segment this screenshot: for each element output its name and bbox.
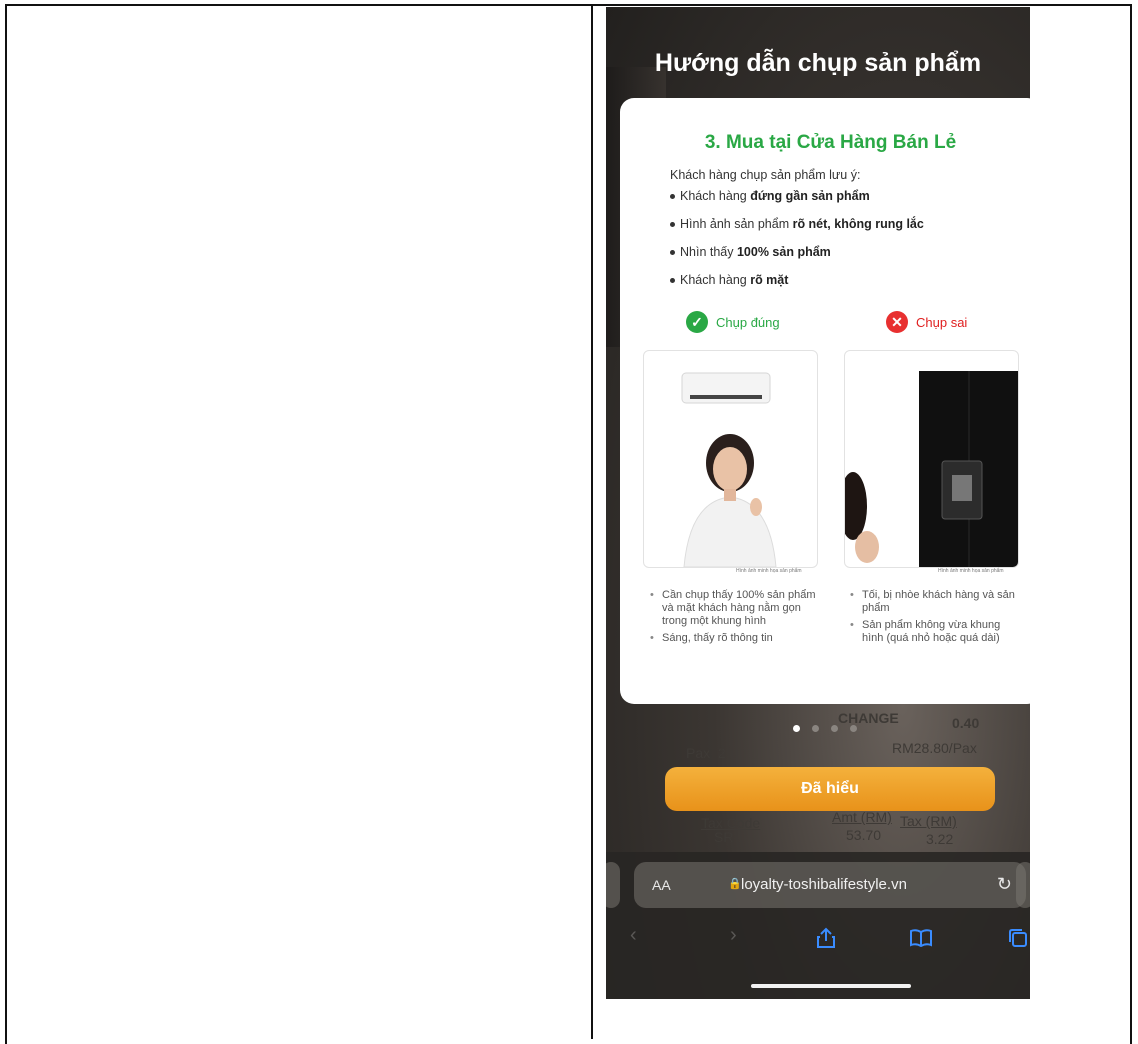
- safari-toolbar: AA 🔒 loyalty-toshibalifestyle.vn ↻ ‹ ›: [606, 852, 1030, 999]
- list-item: Tối, bị nhòe khách hàng và sản phẩm: [850, 589, 1022, 615]
- list-item: Sáng, thấy rõ thông tin: [650, 632, 818, 645]
- tip-item: Hình ảnh sản phẩm rõ nét, không rung lắc: [670, 217, 924, 231]
- back-icon[interactable]: ‹: [630, 924, 637, 947]
- correct-label-text: Chụp đúng: [716, 314, 780, 330]
- receipt-tax-label: Tax (RM): [900, 813, 957, 829]
- receipt-change-label: CHANGE: [838, 710, 899, 726]
- correct-label: ✓ Chụp đúng: [686, 311, 780, 333]
- aircon-woman-illustration: [681, 372, 777, 567]
- receipt-tax-code-value: SR: [714, 829, 734, 845]
- wrong-notes-list: Tối, bị nhòe khách hàng và sản phẩm Sản …: [850, 589, 1022, 649]
- fridge-illustration: [845, 371, 1018, 567]
- tip-text: Hình ảnh sản phẩm: [680, 217, 793, 231]
- pager-dot[interactable]: [850, 725, 857, 732]
- correct-caption: Hình ảnh minh họa sản phẩm: [736, 568, 802, 574]
- bullet-icon: [670, 250, 675, 256]
- bullet-icon: [670, 222, 675, 228]
- text-size-button[interactable]: AA: [652, 877, 671, 893]
- phone-screenshot: CHANGE 0.40 Pax 2 RM28.80/Pax Tax Code S…: [606, 7, 1030, 999]
- url-text[interactable]: loyalty-toshibalifestyle.vn: [741, 876, 907, 893]
- receipt-change-value: 0.40: [952, 715, 980, 731]
- pager-dot[interactable]: [831, 725, 838, 732]
- next-tab-pill[interactable]: [1016, 862, 1030, 908]
- tip-text: Nhìn thấy: [680, 245, 737, 259]
- tip-item: Khách hàng rõ mặt: [670, 273, 788, 287]
- wrong-label: ✕ Chụp sai: [886, 311, 967, 333]
- tip-text: Khách hàng: [680, 189, 751, 203]
- list-item: Cần chụp thấy 100% sản phẩm và mặt khách…: [650, 589, 818, 628]
- pager-dot-active[interactable]: [793, 725, 800, 732]
- receipt-pax-price: RM28.80/Pax: [892, 740, 977, 756]
- lock-icon: 🔒: [728, 878, 742, 890]
- forward-icon[interactable]: ›: [730, 924, 737, 947]
- tip-item: Khách hàng đứng gần sản phẩm: [670, 189, 870, 203]
- tip-text: Khách hàng: [680, 273, 751, 287]
- correct-notes-list: Cần chụp thấy 100% sản phẩm và mặt khách…: [650, 589, 818, 649]
- card-heading: 3. Mua tại Cửa Hàng Bán Lẻ: [704, 132, 957, 153]
- check-icon: ✓: [686, 311, 708, 333]
- bookmarks-icon[interactable]: [910, 929, 932, 953]
- receipt-pax: Pax 2: [686, 745, 726, 761]
- wrong-caption: Hình ảnh minh họa sản phẩm: [938, 568, 1004, 574]
- page-title: Hướng dẫn chụp sản phẩm: [654, 49, 982, 77]
- tip-emphasis: 100% sản phẩm: [736, 245, 831, 259]
- list-item: Sản phẩm không vừa khung hình (quá nhỏ h…: [850, 619, 1022, 645]
- x-icon: ✕: [886, 311, 908, 333]
- receipt-amt-value: 53.70: [846, 827, 882, 843]
- wrong-example-image: [844, 350, 1019, 568]
- pager-dot[interactable]: [812, 725, 819, 732]
- bullet-icon: [670, 194, 675, 200]
- tip-emphasis: rõ mặt: [750, 273, 789, 287]
- correct-example-image: [643, 350, 818, 568]
- receipt-amt-label: Amt (RM): [832, 809, 892, 825]
- tip-emphasis: rõ nét, không rung lắc: [792, 217, 924, 231]
- receipt-tax-value: 3.22: [926, 831, 954, 847]
- wrong-label-text: Chụp sai: [916, 314, 968, 330]
- share-icon[interactable]: [816, 927, 836, 955]
- tabs-icon[interactable]: [1008, 928, 1028, 954]
- prev-tab-pill[interactable]: [606, 862, 620, 908]
- tip-emphasis: đứng gần sản phẩm: [750, 189, 870, 203]
- bullet-icon: [670, 278, 675, 284]
- tip-item: Nhìn thấy 100% sản phẩm: [670, 245, 831, 259]
- understood-button[interactable]: Đã hiểu: [665, 767, 995, 811]
- home-indicator[interactable]: [751, 984, 911, 988]
- guide-card: 3. Mua tại Cửa Hàng Bán Lẻ Khách hàng ch…: [620, 98, 1030, 704]
- address-bar[interactable]: AA 🔒 loyalty-toshibalifestyle.vn ↻: [634, 862, 1026, 908]
- reload-icon[interactable]: ↻: [997, 874, 1012, 895]
- carousel-pager[interactable]: [793, 725, 857, 732]
- card-intro: Khách hàng chụp sản phẩm lưu ý:: [670, 168, 861, 182]
- document-table-divider: [591, 4, 593, 1039]
